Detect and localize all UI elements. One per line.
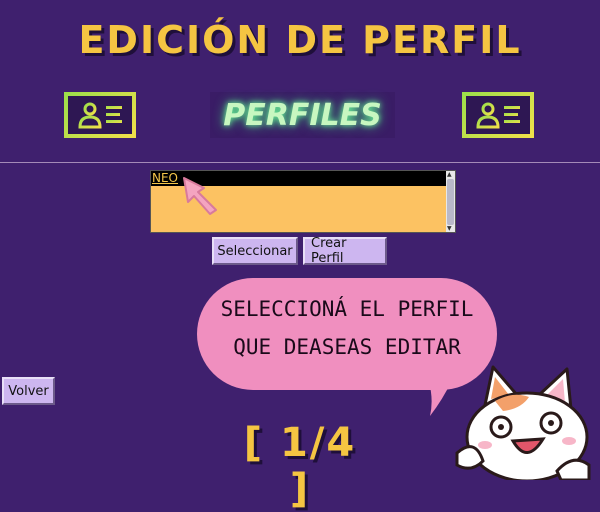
hand-pointer-icon	[183, 177, 217, 215]
scroll-down-icon[interactable]: ▼	[447, 225, 452, 232]
tutorial-line-2: QUE DEASEAS EDITAR	[233, 335, 461, 359]
tutorial-line-1: SELECCIONÁ EL PERFIL	[220, 297, 474, 321]
section-label: PERFILES	[210, 92, 395, 138]
back-button[interactable]: Volver	[2, 377, 55, 405]
scroll-thumb[interactable]	[447, 179, 454, 225]
page-title: EDICIÓN DE PERFIL	[78, 18, 522, 62]
id-card-icon	[476, 102, 520, 129]
profile-name[interactable]: NEO	[152, 171, 178, 185]
cat-mascot	[455, 365, 591, 480]
scroll-up-icon[interactable]: ▲	[447, 171, 452, 178]
id-card-icon	[78, 102, 122, 129]
create-profile-button[interactable]: Crear Perfil	[303, 236, 387, 266]
step-counter: [ 1/4 ]	[243, 420, 357, 512]
scrollbar[interactable]: ▲ ▼	[446, 171, 455, 232]
tutorial-text: SELECCIONÁ EL PERFIL QUE DEASEAS EDITAR	[197, 290, 497, 366]
select-button[interactable]: Seleccionar	[212, 237, 298, 265]
id-card-icon-left	[64, 92, 136, 138]
id-card-icon-right	[462, 92, 534, 138]
divider	[0, 162, 600, 163]
